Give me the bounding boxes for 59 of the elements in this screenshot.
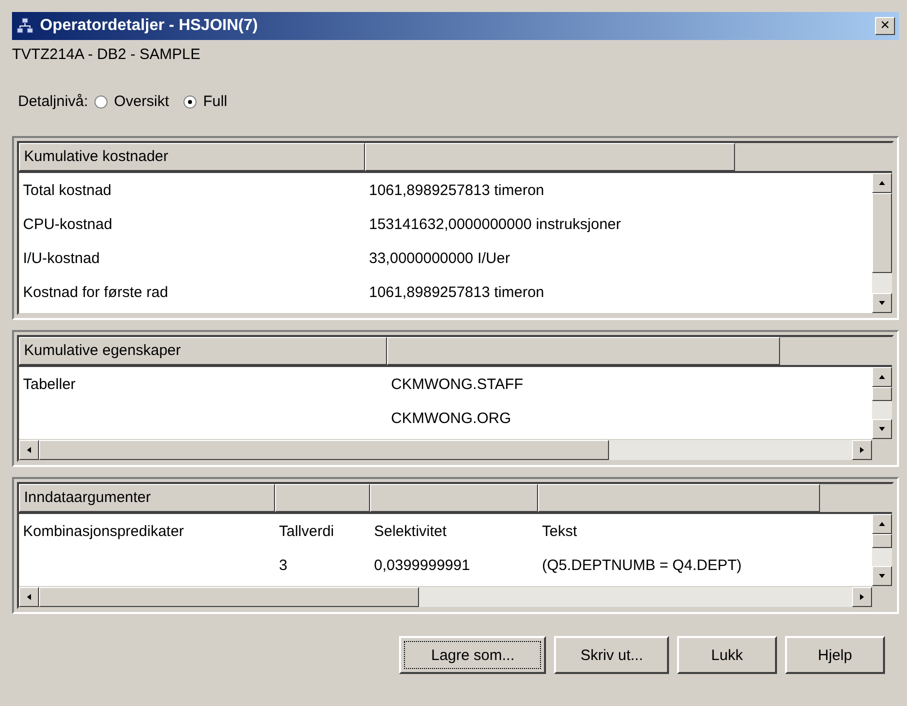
detail-level-label: Detaljnivå:	[18, 93, 88, 110]
scroll-thumb[interactable]	[39, 587, 419, 607]
table-cell: Tallverdi	[279, 522, 334, 540]
table-cell: 33,0000000000 I/Uer	[369, 250, 510, 266]
column-header[interactable]: Kumulative egenskaper	[19, 337, 387, 365]
table-cell: Total kostnad	[23, 182, 112, 198]
scroll-right-button[interactable]	[852, 587, 872, 607]
column-header[interactable]	[365, 143, 735, 171]
scroll-up-button[interactable]	[872, 173, 892, 193]
table-cell: Kombinasjonspredikater	[23, 522, 184, 540]
column-header[interactable]: Inndataargumenter	[19, 484, 275, 512]
table-cell: (Q5.DEPTNUMB = Q4.DEPT)	[542, 556, 742, 574]
scroll-left-button[interactable]	[19, 440, 39, 460]
connection-label: TVTZ214A - DB2 - SAMPLE	[12, 46, 202, 63]
column-header[interactable]	[370, 484, 538, 512]
table-cell: Selektivitet	[374, 522, 447, 540]
scroll-thumb[interactable]	[872, 387, 892, 401]
scroll-thumb[interactable]	[39, 440, 609, 460]
scroll-down-button[interactable]	[872, 419, 892, 439]
network-icon	[16, 17, 34, 35]
horizontal-scrollbar[interactable]	[19, 587, 872, 607]
radio-button[interactable]	[183, 94, 198, 108]
column-header[interactable]: Kumulative kostnader	[19, 143, 365, 171]
close-button[interactable]: ×	[875, 17, 895, 35]
table-cell: Tabeller	[23, 376, 76, 392]
horizontal-scrollbar[interactable]	[19, 440, 872, 460]
scroll-left-button[interactable]	[19, 587, 39, 607]
radio-button[interactable]	[94, 94, 108, 108]
table-cell: 1061,8989257813 timeron	[369, 284, 544, 300]
column-header[interactable]	[538, 484, 820, 512]
dialog-button[interactable]: Lagre som...	[399, 636, 546, 674]
table-cell: 3	[279, 556, 288, 574]
scroll-right-button[interactable]	[852, 440, 872, 460]
dialog-button[interactable]: Lukk	[677, 636, 777, 674]
dialog-button[interactable]: Skriv ut...	[554, 636, 669, 674]
table-cell: 0,0399999991	[374, 556, 470, 574]
scroll-thumb[interactable]	[872, 193, 892, 273]
table-cell: Kostnad for første rad	[23, 284, 168, 300]
table-cell: CPU-kostnad	[23, 216, 112, 232]
table-cell: 1061,8989257813 timeron	[369, 182, 544, 198]
dialog-button[interactable]: Hjelp	[785, 636, 885, 674]
scroll-down-button[interactable]	[872, 293, 892, 313]
column-header[interactable]	[387, 337, 780, 365]
radio-label[interactable]: Full	[203, 93, 228, 110]
table-cell: Tekst	[542, 522, 578, 540]
vertical-scrollbar[interactable]	[872, 367, 892, 439]
scroll-thumb[interactable]	[872, 534, 892, 548]
vertical-scrollbar[interactable]	[872, 514, 892, 586]
table-cell: I/U-kostnad	[23, 250, 100, 266]
table-cell: CKMWONG.ORG	[391, 410, 511, 426]
window-title: Operatordetaljer - HSJOIN(7)	[40, 17, 259, 35]
table-cell: CKMWONG.STAFF	[391, 376, 524, 392]
column-header[interactable]	[275, 484, 370, 512]
scroll-down-button[interactable]	[872, 566, 892, 586]
scroll-up-button[interactable]	[872, 367, 892, 387]
vertical-scrollbar[interactable]	[872, 173, 892, 313]
table-cell: 153141632,0000000000 instruksjoner	[369, 216, 621, 232]
scroll-up-button[interactable]	[872, 514, 892, 534]
radio-label[interactable]: Oversikt	[114, 93, 170, 110]
